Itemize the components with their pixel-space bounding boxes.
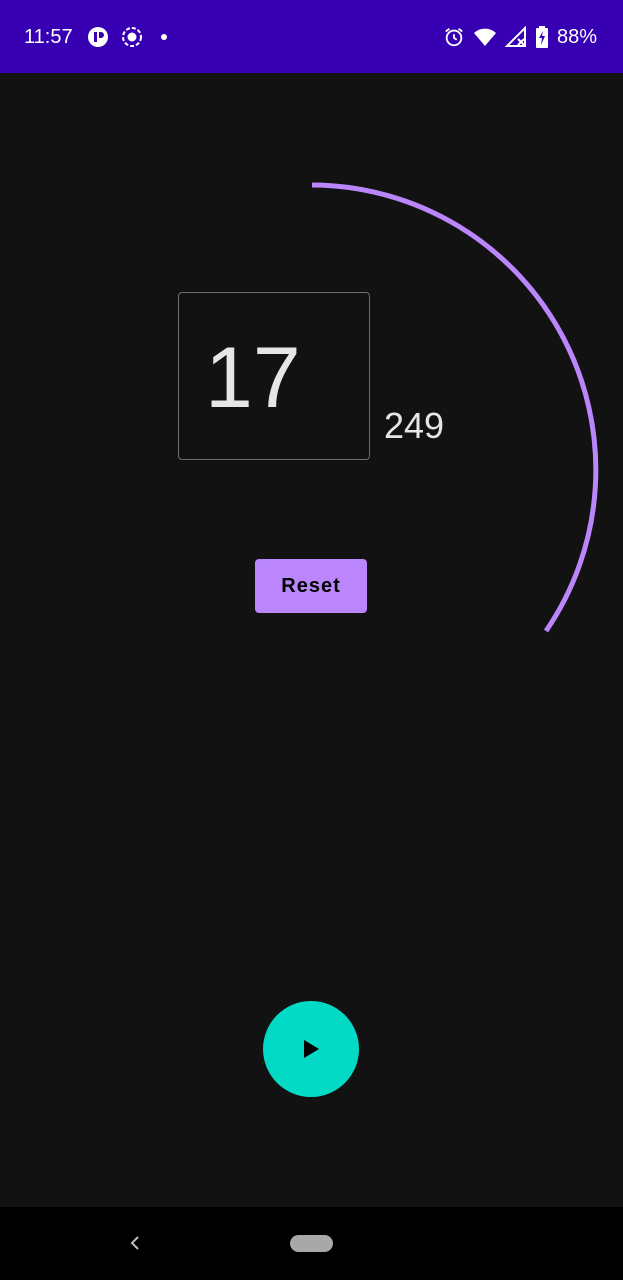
alarm-icon xyxy=(443,26,465,48)
navigation-bar xyxy=(0,1207,623,1280)
status-time: 11:57 xyxy=(24,26,73,48)
status-left-icons xyxy=(86,25,174,49)
home-pill-icon[interactable] xyxy=(290,1235,333,1252)
status-bar: 11:57 88% xyxy=(0,0,623,73)
battery-percent: 88% xyxy=(556,26,597,48)
counter-secondary-value: 249 xyxy=(384,405,445,446)
cell-signal-icon xyxy=(504,26,527,48)
status-right-icons: 88% xyxy=(443,25,597,49)
counter-box[interactable]: 17 xyxy=(178,292,370,460)
counter-value: 17 xyxy=(205,330,301,426)
app-notification-icon xyxy=(86,25,110,49)
wifi-icon xyxy=(473,26,497,48)
play-button[interactable] xyxy=(263,1001,359,1097)
battery-charging-icon xyxy=(535,26,549,48)
reset-button[interactable]: Reset xyxy=(255,559,367,613)
screen: 11:57 88% 17 249 Reset xyxy=(0,0,623,1280)
dot-icon xyxy=(154,25,174,49)
back-chevron-icon[interactable] xyxy=(124,1231,148,1255)
play-icon xyxy=(301,1038,321,1060)
screen-record-icon xyxy=(120,25,144,49)
